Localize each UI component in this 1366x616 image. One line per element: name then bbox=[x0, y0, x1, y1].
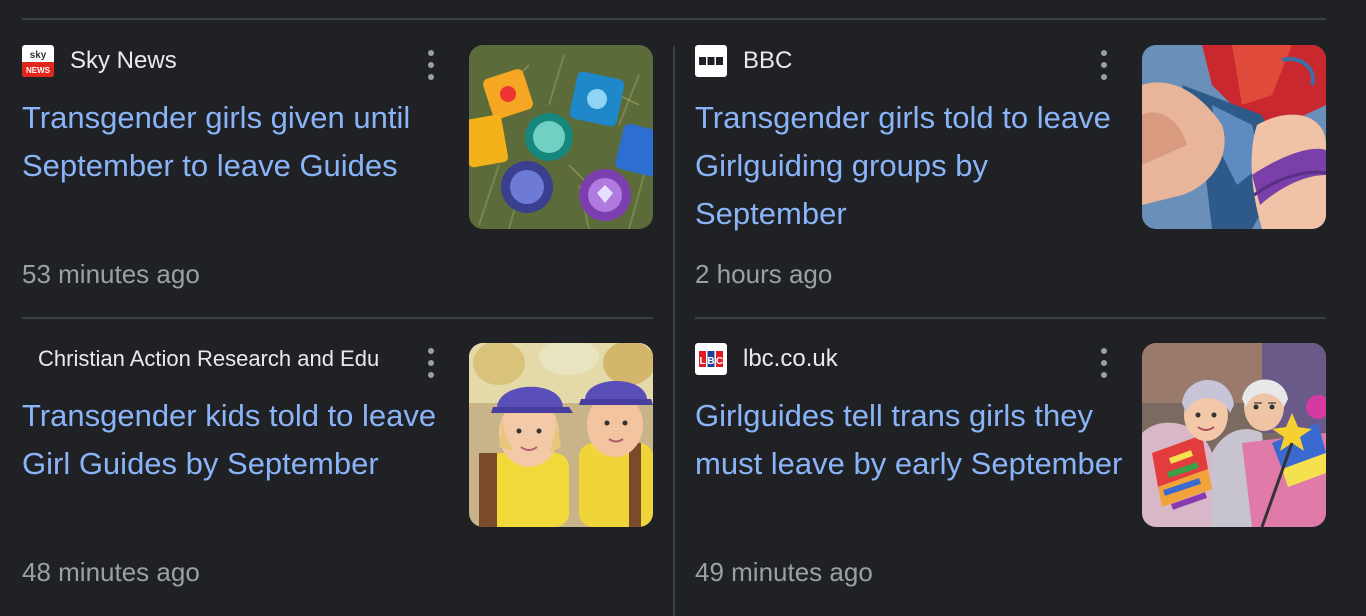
headline-link[interactable]: Transgender girls given until September … bbox=[22, 94, 452, 190]
timestamp: 48 minutes ago bbox=[22, 557, 200, 587]
source-row: L B C lbc.co.uk bbox=[695, 343, 1111, 375]
news-card[interactable]: Christian Action Research and Edu Transg… bbox=[22, 318, 654, 608]
column-divider bbox=[673, 46, 675, 616]
more-options-icon[interactable] bbox=[420, 348, 442, 378]
bbc-icon bbox=[695, 45, 727, 77]
source-row: sky NEWS Sky News bbox=[22, 45, 438, 77]
headline-link[interactable]: Girlguides tell trans girls they must le… bbox=[695, 392, 1125, 488]
svg-text:sky: sky bbox=[30, 50, 47, 61]
source-name: BBC bbox=[743, 47, 793, 74]
source-name: Sky News bbox=[70, 47, 177, 74]
more-options-icon[interactable] bbox=[1093, 348, 1115, 378]
news-card[interactable]: L B C lbc.co.uk Girlguides tell trans gi… bbox=[695, 318, 1327, 608]
timestamp: 53 minutes ago bbox=[22, 259, 200, 289]
source-row: BBC bbox=[695, 45, 1111, 77]
source-name: Christian Action Research and Edu bbox=[38, 346, 380, 371]
source-row: Christian Action Research and Edu bbox=[22, 343, 438, 375]
thumbnail-image[interactable] bbox=[469, 343, 653, 527]
timestamp: 49 minutes ago bbox=[695, 557, 873, 587]
svg-text:C: C bbox=[716, 356, 723, 367]
source-name: lbc.co.uk bbox=[743, 345, 838, 372]
svg-text:B: B bbox=[707, 356, 714, 367]
svg-text:L: L bbox=[699, 356, 705, 367]
thumbnail-image[interactable] bbox=[1142, 45, 1326, 229]
svg-text:NEWS: NEWS bbox=[26, 66, 51, 75]
more-options-icon[interactable] bbox=[420, 50, 442, 80]
more-options-icon[interactable] bbox=[1093, 50, 1115, 80]
news-card[interactable]: BBC Transgender girls told to leave Girl… bbox=[695, 20, 1327, 310]
thumbnail-image[interactable] bbox=[1142, 343, 1326, 527]
news-card[interactable]: sky NEWS Sky News Transgender girls give… bbox=[22, 20, 654, 310]
headline-link[interactable]: Transgender kids told to leave Girl Guid… bbox=[22, 392, 452, 488]
lbc-icon: L B C bbox=[695, 343, 727, 375]
sky-news-icon: sky NEWS bbox=[22, 45, 54, 77]
thumbnail-image[interactable] bbox=[469, 45, 653, 229]
timestamp: 2 hours ago bbox=[695, 259, 833, 289]
headline-link[interactable]: Transgender girls told to leave Girlguid… bbox=[695, 94, 1125, 238]
